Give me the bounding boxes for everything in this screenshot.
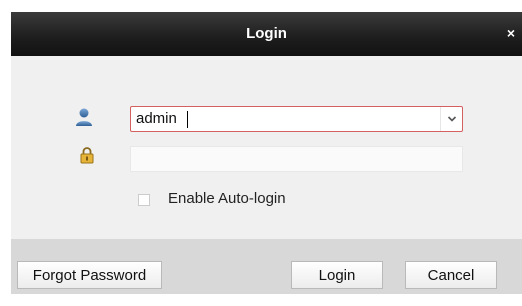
auto-login-checkbox[interactable] xyxy=(138,194,150,206)
lock-icon xyxy=(80,146,94,164)
title-bar: Login × xyxy=(11,12,522,56)
close-icon[interactable]: × xyxy=(504,24,518,42)
user-icon xyxy=(75,107,93,127)
username-combobox[interactable] xyxy=(130,106,463,132)
screen: Login × admin Enable Auto-login Forgot P… xyxy=(0,0,522,306)
password-input[interactable] xyxy=(136,149,456,169)
cancel-button[interactable]: Cancel xyxy=(405,261,497,289)
chevron-down-icon xyxy=(447,116,457,122)
login-button[interactable]: Login xyxy=(291,261,383,289)
password-field[interactable] xyxy=(130,146,463,172)
text-caret xyxy=(187,111,188,128)
auto-login-label[interactable]: Enable Auto-login xyxy=(168,189,286,209)
username-dropdown-button[interactable] xyxy=(440,107,462,131)
window-title: Login xyxy=(246,25,287,42)
username-input[interactable] xyxy=(136,109,426,129)
forgot-password-button[interactable]: Forgot Password xyxy=(17,261,162,289)
